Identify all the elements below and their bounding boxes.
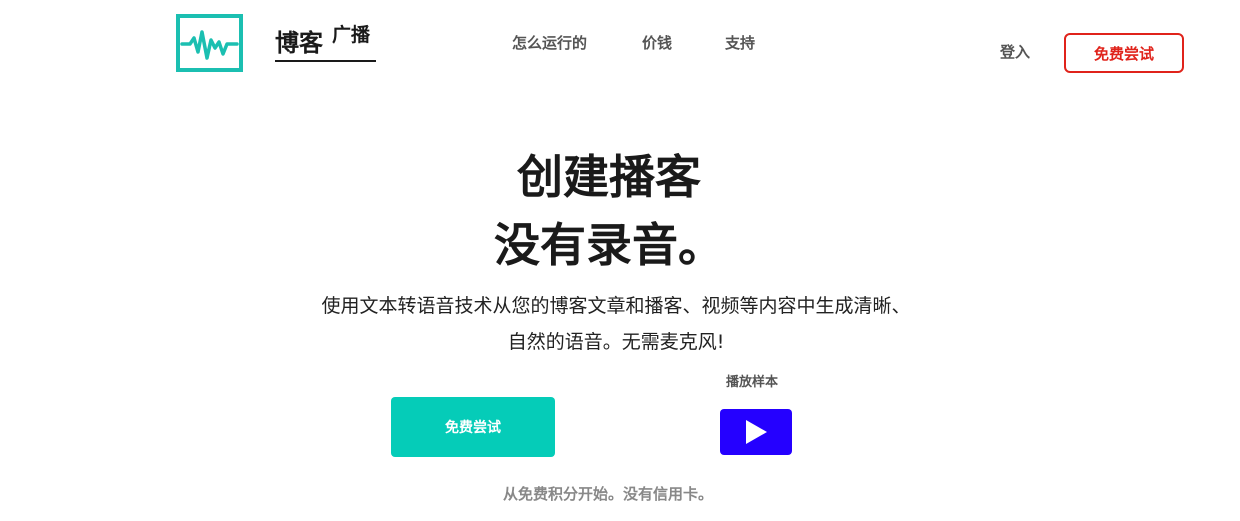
hero-headline-line2: 没有录音。 <box>494 218 724 272</box>
logo-wordmark[interactable]: 博客 广播 <box>275 24 376 62</box>
no-credit-card-note: 从免费积分开始。没有信用卡。 <box>503 485 714 503</box>
hero-headline-line1: 创建播客 <box>517 150 701 204</box>
play-icon <box>746 420 767 444</box>
nav-how-it-works[interactable]: 怎么运行的 <box>512 33 587 53</box>
logo-text-main: 博客 <box>275 29 323 57</box>
nav-support[interactable]: 支持 <box>725 33 755 53</box>
hero-subtitle: 使用文本转语音技术从您的博客文章和播客、视频等内容中生成清晰、自然的语音。无需麦… <box>321 295 911 353</box>
login-link[interactable]: 登入 <box>1000 42 1030 62</box>
free-trial-button[interactable]: 免费尝试 <box>391 397 555 457</box>
logo-text-sup: 广播 <box>332 24 371 46</box>
play-sample-button[interactable] <box>720 409 792 455</box>
landing-page: 博客 广播 怎么运行的 价钱 支持 登入 免费尝试 创建播客 没有录音。 使用文… <box>0 0 1240 521</box>
play-sample-label: 播放样本 <box>726 375 779 390</box>
waveform-logo-icon[interactable] <box>176 14 243 72</box>
header-free-trial-button[interactable]: 免费尝试 <box>1064 33 1184 73</box>
nav-pricing[interactable]: 价钱 <box>642 33 672 53</box>
